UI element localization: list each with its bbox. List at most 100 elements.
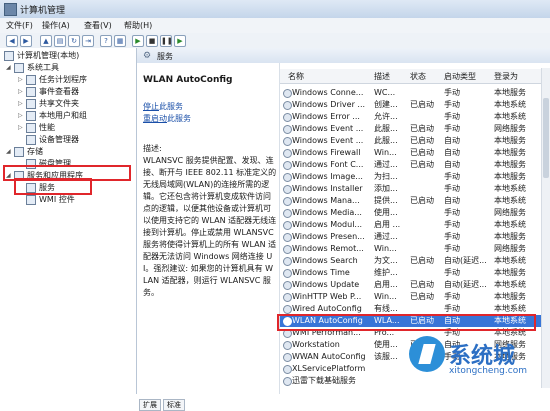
table-row[interactable]: Windows Image... 为扫... 手动 本地服务 — [280, 171, 550, 183]
col-logon-as[interactable]: 登录为 — [494, 71, 518, 82]
cell-logon-as: 本地系统 — [494, 184, 526, 193]
col-description[interactable]: 描述 — [374, 71, 390, 82]
cell-startup-type: 手动 — [444, 184, 460, 193]
cell-logon-as: 本地服务 — [494, 136, 526, 145]
collapse-arrow-icon[interactable]: ◢ — [6, 64, 11, 71]
table-row[interactable]: Windows Update 启用... 已启动 自动(延迟... 本地系统 — [280, 279, 550, 291]
table-row[interactable]: Windows Installer 添加... 手动 本地系统 — [280, 183, 550, 195]
tree-wmi[interactable]: WMI 控件 — [26, 194, 75, 206]
service-gear-icon — [283, 341, 292, 350]
refresh-icon[interactable]: ↻ — [68, 35, 80, 47]
table-row[interactable]: Windows Remot... Win... 手动 网络服务 — [280, 243, 550, 255]
service-gear-icon — [283, 185, 292, 194]
tree-performance[interactable]: 性能 — [26, 122, 55, 134]
service-gear-icon — [283, 293, 292, 302]
help-icon[interactable]: ? — [100, 35, 112, 47]
table-row[interactable]: Windows Font C... 通过... 已启动 自动 本地服务 — [280, 159, 550, 171]
window-title: 计算机管理 — [20, 6, 66, 16]
service-gear-icon — [283, 101, 292, 110]
tab-extended[interactable]: 扩展 — [139, 399, 161, 411]
menu-help[interactable]: 帮助(H) — [124, 20, 152, 31]
cell-logon-as: 本地服务 — [494, 148, 526, 157]
service-gear-icon — [283, 257, 292, 266]
service-gear-icon — [283, 269, 292, 278]
cell-status: 已启动 — [410, 148, 434, 157]
cell-description: 通过... — [374, 232, 398, 241]
menu-action[interactable]: 操作(A) — [42, 20, 70, 31]
table-row[interactable]: Windows Search 为文... 已启动 自动(延迟... 本地系统 — [280, 255, 550, 267]
scrollbar-thumb[interactable] — [543, 98, 549, 178]
table-row[interactable]: Windows Modul... 启用 ... 手动 本地系统 — [280, 219, 550, 231]
cell-startup-type: 自动 — [444, 196, 460, 205]
service-description: WLANSVC 服务提供配置、发现、连接、断开与 IEEE 802.11 标准定… — [143, 156, 277, 297]
cell-name: XLServicePlatform — [292, 364, 366, 373]
table-row[interactable]: Windows Driver ... 创建... 已启动 手动 本地系统 — [280, 99, 550, 111]
menu-bar: 文件(F) 操作(A) 查看(V) 帮助(H) — [0, 18, 550, 34]
cell-logon-as: 本地服务 — [494, 292, 526, 301]
stop-service-link[interactable]: 停止 — [143, 102, 159, 111]
tree-event-viewer[interactable]: 事件查看器 — [26, 86, 79, 98]
cell-description: Win... — [374, 292, 397, 301]
start-service-icon[interactable]: ▶ — [132, 35, 144, 47]
col-status[interactable]: 状态 — [410, 71, 426, 82]
cell-description: 使用... — [374, 208, 398, 217]
cell-description: 为扫... — [374, 172, 398, 181]
cell-logon-as: 网络服务 — [494, 208, 526, 217]
show-hide-tree-icon[interactable]: ▤ — [54, 35, 66, 47]
table-row[interactable]: Windows Media... 使用... 手动 网络服务 — [280, 207, 550, 219]
menu-file[interactable]: 文件(F) — [6, 20, 33, 31]
tree-root[interactable]: 计算机管理(本地) — [4, 50, 79, 62]
back-icon[interactable]: ◀ — [6, 35, 18, 47]
table-row[interactable]: Windows Error ... 允许... 手动 本地系统 — [280, 111, 550, 123]
tree-shared-folders[interactable]: 共享文件夹 — [26, 98, 79, 110]
cell-name: Windows Modul... — [292, 220, 363, 229]
forward-icon[interactable]: ▶ — [20, 35, 32, 47]
table-row[interactable]: Windows Mana... 提供... 已启动 自动 本地系统 — [280, 195, 550, 207]
service-gear-icon — [283, 245, 292, 254]
table-row[interactable]: Windows Event ... 此服... 已启动 自动 本地服务 — [280, 135, 550, 147]
cell-description: 使用... — [374, 340, 398, 349]
expand-arrow-icon[interactable]: ▷ — [18, 112, 23, 119]
expand-arrow-icon[interactable]: ▷ — [18, 76, 23, 83]
expand-arrow-icon[interactable]: ▷ — [18, 88, 23, 95]
tree-device-manager[interactable]: 设备管理器 — [26, 134, 79, 146]
cell-startup-type: 手动 — [444, 112, 460, 121]
users-icon — [26, 110, 36, 121]
tab-standard[interactable]: 标准 — [163, 399, 185, 411]
menu-view[interactable]: 查看(V) — [84, 20, 112, 31]
collapse-arrow-icon[interactable]: ◢ — [6, 148, 11, 155]
table-row[interactable]: WinHTTP Web P... Win... 已启动 手动 本地服务 — [280, 291, 550, 303]
tree-storage[interactable]: 存储 — [14, 146, 43, 158]
up-folder-icon[interactable]: ▲ — [40, 35, 52, 47]
description-heading: 描述: — [143, 144, 162, 153]
expand-arrow-icon[interactable]: ▷ — [18, 124, 23, 131]
cell-name: WWAN AutoConfig — [292, 352, 366, 361]
service-gear-icon — [283, 377, 292, 386]
properties-icon[interactable]: ▦ — [114, 35, 126, 47]
expand-arrow-icon[interactable]: ▷ — [18, 100, 23, 107]
table-row[interactable]: Windows Firewall Win... 已启动 自动 本地服务 — [280, 147, 550, 159]
table-row[interactable]: Windows Event ... 此服... 已启动 手动 网络服务 — [280, 123, 550, 135]
pause-service-icon[interactable]: ❚❚ — [160, 35, 173, 47]
export-icon[interactable]: ⇥ — [82, 35, 94, 47]
table-row[interactable]: Windows Presen... 通过... 手动 本地服务 — [280, 231, 550, 243]
col-startup-type[interactable]: 启动类型 — [444, 71, 476, 82]
restart-service-icon[interactable]: ▶ — [174, 35, 186, 47]
restart-service-link[interactable]: 重启动 — [143, 114, 167, 123]
cell-description: 启用... — [374, 280, 398, 289]
cell-logon-as: 本地系统 — [494, 220, 526, 229]
cell-startup-type: 手动 — [444, 268, 460, 277]
table-row[interactable]: Windows Conne... WC... 手动 本地服务 — [280, 87, 550, 99]
service-gear-icon — [283, 281, 292, 290]
tree-task-scheduler[interactable]: 任务计划程序 — [26, 74, 87, 86]
event-log-icon — [26, 86, 36, 97]
table-row[interactable]: Windows Time 维护... 手动 本地服务 — [280, 267, 550, 279]
tree-local-users[interactable]: 本地用户和组 — [26, 110, 87, 122]
stop-service-icon[interactable]: ■ — [146, 35, 158, 47]
tree-system-tools[interactable]: 系统工具 — [14, 62, 59, 74]
service-gear-icon — [283, 113, 292, 122]
service-gear-icon — [283, 161, 292, 170]
cell-description: Win... — [374, 148, 397, 157]
cell-logon-as: 本地系统 — [494, 100, 526, 109]
col-name[interactable]: 名称 — [288, 71, 304, 82]
